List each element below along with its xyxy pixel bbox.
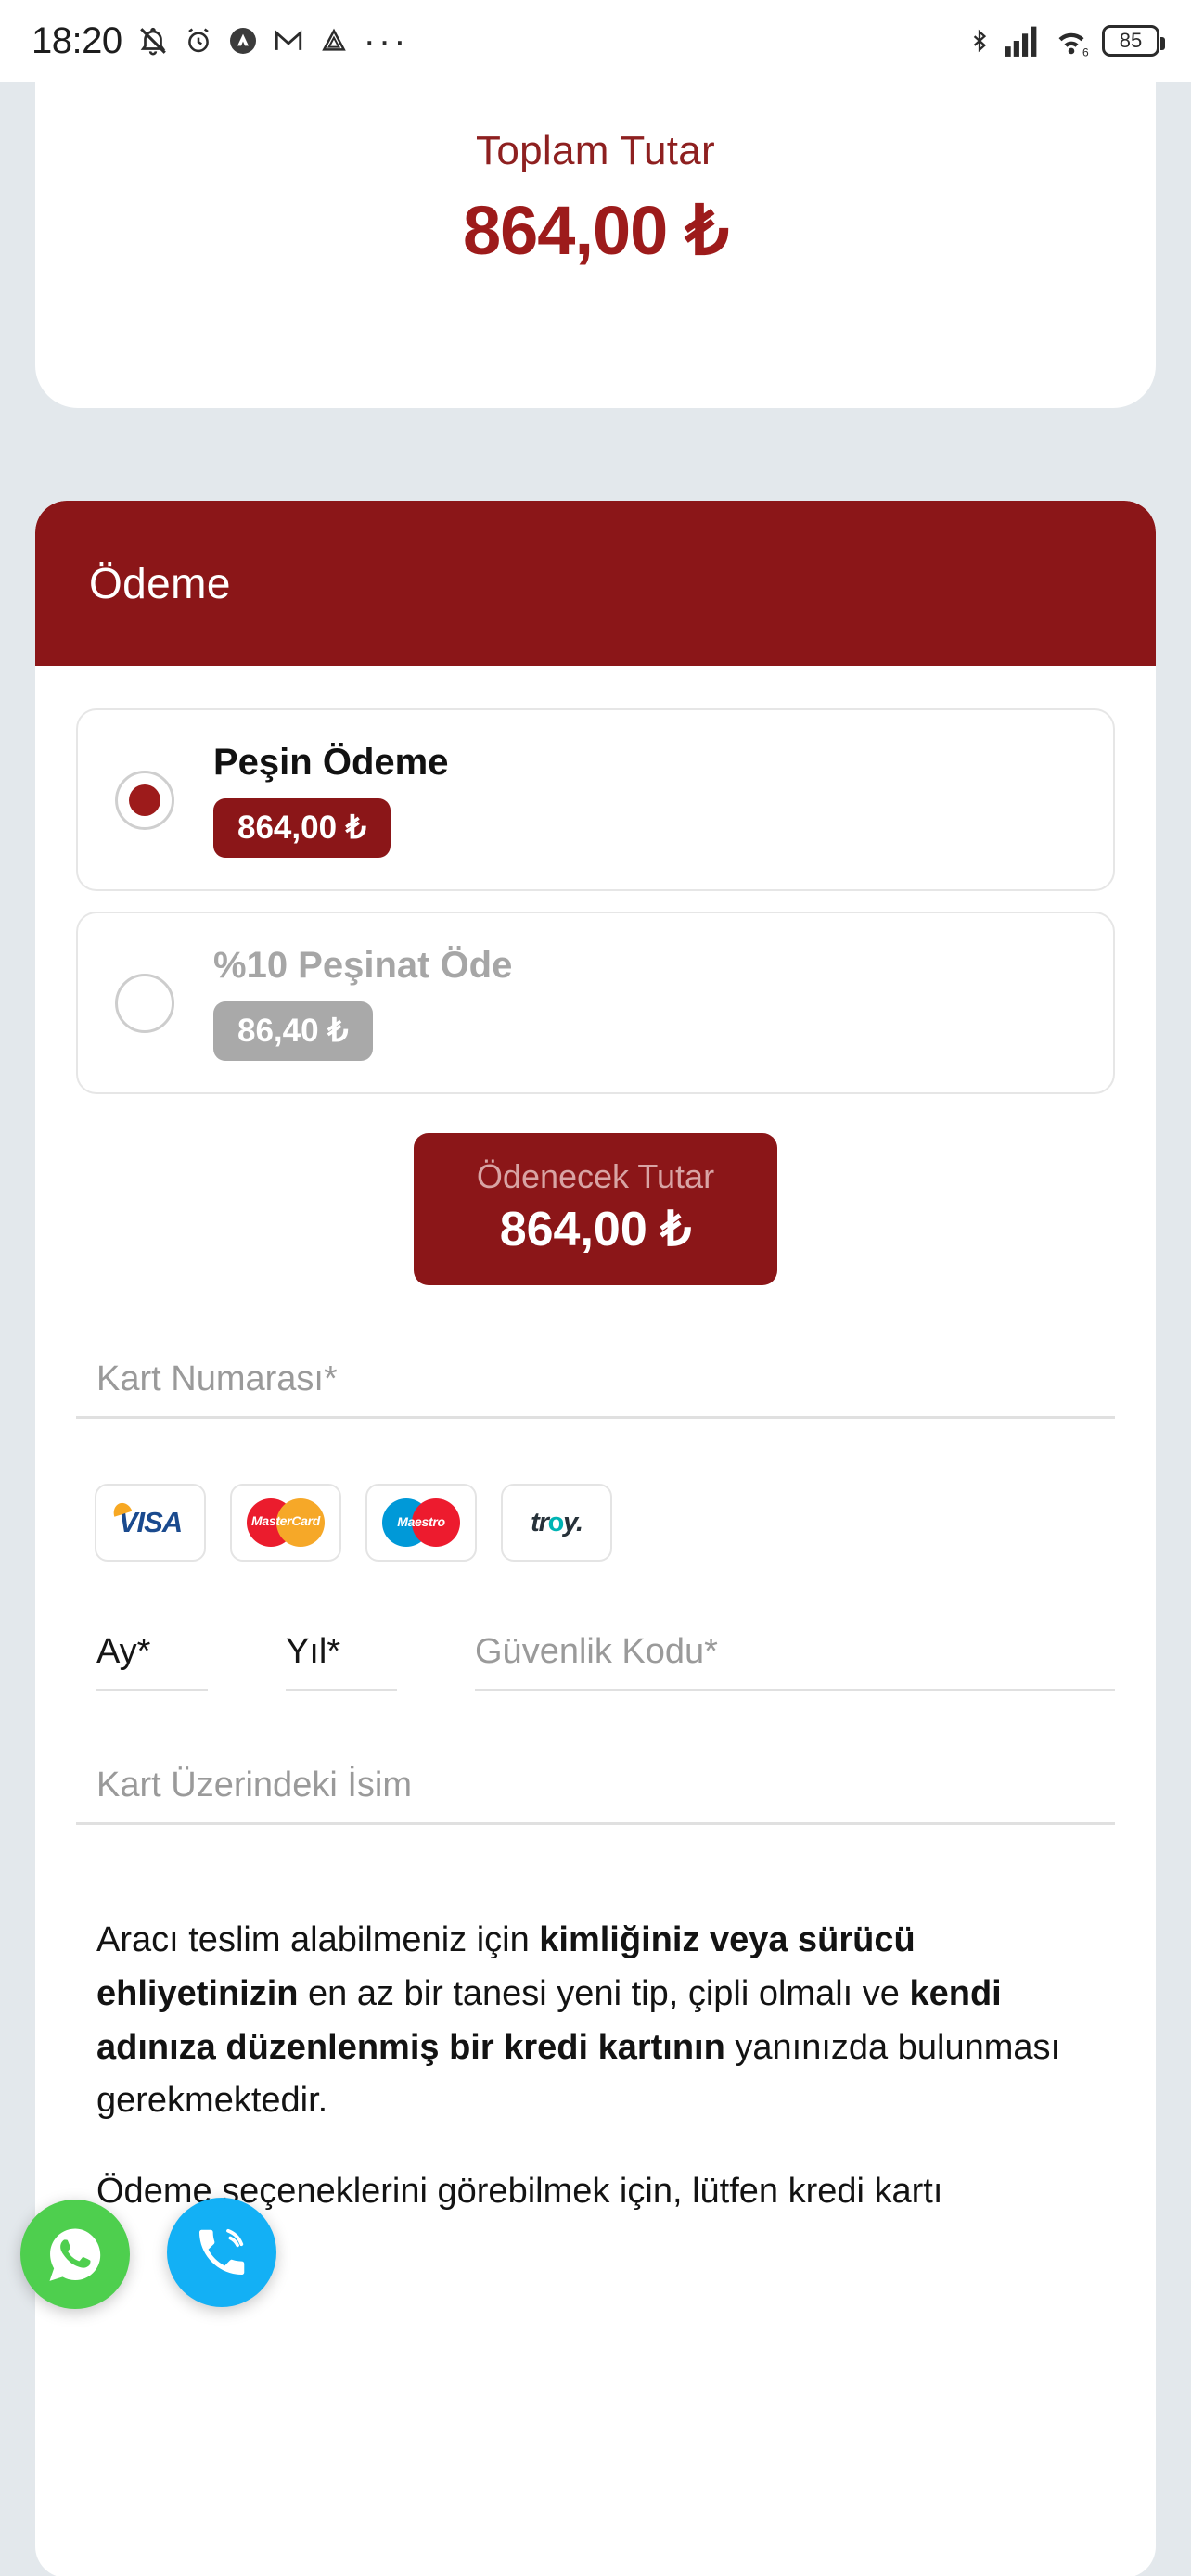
card-brand-logos: VISA MasterCard Maestro troy. xyxy=(76,1484,1115,1562)
whatsapp-icon xyxy=(49,2228,101,2281)
cvc-placeholder: Güvenlik Kodu* xyxy=(475,1632,718,1671)
month-field[interactable]: Ay* xyxy=(96,1632,208,1691)
troy-logo-label-b: y. xyxy=(563,1507,583,1537)
total-amount-card: Toplam Tutar 864,00 ₺ xyxy=(35,82,1156,408)
overflow-dots-icon: ··· xyxy=(363,20,409,61)
status-bar: 18:20 ··· 6 85 xyxy=(0,0,1191,82)
total-amount-value: 864,00 ₺ xyxy=(463,192,729,269)
payment-option-deposit-title: %10 Peşinat Öde xyxy=(213,945,513,986)
card-number-field[interactable]: Kart Numarası* xyxy=(76,1359,1115,1419)
payment-option-deposit[interactable]: %10 Peşinat Öde 86,40 ₺ xyxy=(76,912,1115,1094)
info-part-1: Aracı teslim alabilmeniz için xyxy=(96,1920,540,1959)
mastercard-logo-label: MasterCard xyxy=(250,1513,321,1528)
alarm-icon xyxy=(184,25,213,57)
drive-icon xyxy=(319,25,349,57)
call-fab[interactable] xyxy=(167,2198,276,2307)
payment-option-full-badge: 864,00 ₺ xyxy=(213,798,391,858)
payment-option-deposit-body: %10 Peşinat Öde 86,40 ₺ xyxy=(213,945,512,1061)
card-number-placeholder: Kart Numarası* xyxy=(96,1359,338,1398)
phone-call-icon xyxy=(199,2228,245,2275)
radio-full-payment[interactable] xyxy=(115,770,174,830)
maestro-logo: Maestro xyxy=(365,1484,477,1562)
status-bar-right: 6 85 xyxy=(967,24,1165,57)
info-part-2: en az bir tanesi yeni tip, çipli olmalı … xyxy=(298,1973,910,2013)
whatsapp-fab[interactable] xyxy=(20,2200,130,2309)
expiry-and-cvc-row: Ay* Yıl* Güvenlik Kodu* xyxy=(76,1632,1115,1691)
year-label: Yıl* xyxy=(286,1632,341,1671)
app-circle-icon xyxy=(228,25,258,57)
payment-header-title: Ödeme xyxy=(89,559,231,607)
visa-logo: VISA xyxy=(95,1484,206,1562)
payable-amount-value: 864,00 ₺ xyxy=(499,1203,692,1256)
payment-option-full-title: Peşin Ödeme xyxy=(213,742,449,783)
gmail-icon xyxy=(273,25,304,57)
bell-muted-icon xyxy=(137,24,169,57)
year-field[interactable]: Yıl* xyxy=(286,1632,397,1691)
card-number-input[interactable]: Kart Numarası* xyxy=(76,1359,1115,1419)
payable-amount-wrap: Ödenecek Tutar 864,00 ₺ xyxy=(76,1133,1115,1285)
page-content: Toplam Tutar 864,00 ₺ Ödeme Peşin Ödeme … xyxy=(0,82,1191,2576)
wifi-6-icon: 6 xyxy=(1053,24,1090,57)
troy-logo-label-o: o xyxy=(547,1507,565,1537)
month-underline xyxy=(96,1689,208,1691)
total-amount-label: Toplam Tutar xyxy=(476,128,715,173)
troy-logo-label-a: tr xyxy=(531,1507,549,1537)
cvc-field[interactable]: Güvenlik Kodu* xyxy=(475,1632,1115,1691)
radio-deposit-payment[interactable] xyxy=(115,973,174,1033)
payment-option-full-body: Peşin Ödeme 864,00 ₺ xyxy=(213,742,448,858)
month-label: Ay* xyxy=(96,1632,151,1671)
status-bar-clock: 18:20 xyxy=(32,19,122,61)
maestro-logo-label: Maestro xyxy=(397,1514,445,1529)
payment-option-deposit-badge: 86,40 ₺ xyxy=(213,1001,373,1061)
phone-screen: 18:20 ··· 6 85 Toplam Tutar 864,00 ₺ Öde… xyxy=(0,0,1191,2576)
status-bar-left: 18:20 ··· xyxy=(32,20,409,62)
card-holder-placeholder: Kart Üzerindeki İsim xyxy=(96,1766,412,1804)
radio-selected-dot xyxy=(129,784,160,816)
card-holder-field[interactable]: Kart Üzerindeki İsim xyxy=(76,1766,1115,1825)
payment-panel-header: Ödeme xyxy=(35,501,1156,666)
card-holder-input[interactable]: Kart Üzerindeki İsim xyxy=(76,1766,1115,1825)
mastercard-logo: MasterCard xyxy=(230,1484,341,1562)
delivery-info-text: Aracı teslim alabilmeniz için kimliğiniz… xyxy=(76,1914,1115,2128)
bluetooth-icon xyxy=(967,24,992,57)
troy-logo: troy. xyxy=(501,1484,612,1562)
payable-amount-box: Ödenecek Tutar 864,00 ₺ xyxy=(414,1133,777,1285)
payable-amount-label: Ödenecek Tutar xyxy=(476,1157,715,1195)
cvc-underline xyxy=(475,1689,1115,1691)
year-underline xyxy=(286,1689,397,1691)
cellular-signal-icon xyxy=(1004,25,1041,57)
svg-text:6: 6 xyxy=(1082,46,1089,58)
payment-option-full[interactable]: Peşin Ödeme 864,00 ₺ xyxy=(76,708,1115,891)
battery-level: 85 xyxy=(1119,29,1143,52)
payment-panel-body: Peşin Ödeme 864,00 ₺ %10 Peşinat Öde 86,… xyxy=(35,666,1156,2219)
battery-indicator: 85 xyxy=(1102,25,1165,57)
